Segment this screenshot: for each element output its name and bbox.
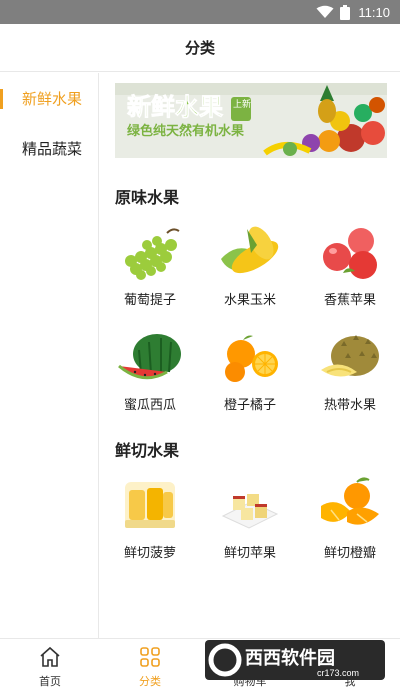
profile-icon <box>341 648 359 667</box>
category-item-label: 热带水果 <box>323 398 376 413</box>
category-item-label: 橙子橘子 <box>223 398 276 413</box>
product-row: 蜜瓜西瓜 橙子橘子 热带水果 <box>100 328 400 413</box>
home-icon <box>40 646 60 667</box>
category-item-label: 蜜瓜西瓜 <box>123 398 176 413</box>
tab-label: 购物车 <box>233 675 267 688</box>
category-item-label: 鲜切苹果 <box>223 546 276 561</box>
category-item-label: 鲜切菠萝 <box>123 546 176 561</box>
sidebar-item-label: 新鲜水果 <box>22 89 83 108</box>
page-header: 分类 <box>0 24 400 72</box>
category-item-apple-cut[interactable]: 鲜切苹果 <box>200 476 300 561</box>
cart-icon <box>240 648 260 667</box>
tab-home[interactable]: 首页 <box>0 639 100 690</box>
wifi-icon <box>316 5 334 18</box>
apple-cut-icon <box>221 494 279 529</box>
status-time: 11:10 <box>358 4 390 20</box>
category-item-corn[interactable]: 水果玉米 <box>200 223 300 308</box>
sidebar-item-label: 精品蔬菜 <box>22 139 83 158</box>
tab-label: 首页 <box>39 675 61 688</box>
pineapple-cut-icon <box>125 482 175 528</box>
corn-icon <box>221 226 279 274</box>
section-title-fresh-cut: 鲜切水果 <box>115 441 180 460</box>
product-row: 葡萄提子 水果玉米 香蕉苹果 <box>100 223 400 308</box>
category-content: 新鲜水果 上新 绿色纯天然有机水果 原味水果 葡萄提子 水果玉米 香蕉苹果 蜜瓜… <box>100 73 400 638</box>
tab-label: 分类 <box>139 675 161 688</box>
tab-profile[interactable]: 我 <box>300 639 400 690</box>
category-item-orange-cut[interactable]: 鲜切橙瓣 <box>300 476 400 561</box>
tab-category[interactable]: 分类 <box>100 639 200 690</box>
banner-subtitle: 绿色纯天然有机水果 <box>127 123 244 138</box>
orange-icon <box>225 335 278 382</box>
durian-icon <box>321 335 379 377</box>
category-item-label: 鲜切橙瓣 <box>323 546 376 561</box>
battery-icon <box>340 4 351 20</box>
category-item-watermelon[interactable]: 蜜瓜西瓜 <box>100 328 200 413</box>
banner-tag: 上新 <box>233 98 251 109</box>
tab-cart[interactable]: 购物车 <box>200 639 300 690</box>
orange-cut-icon <box>321 477 379 525</box>
category-item-label: 香蕉苹果 <box>323 293 376 308</box>
section-title-original: 原味水果 <box>115 188 180 207</box>
category-item-apples[interactable]: 香蕉苹果 <box>300 223 400 308</box>
status-bar: 11:10 <box>0 0 400 24</box>
category-item-pineapple-cut[interactable]: 鲜切菠萝 <box>100 476 200 561</box>
category-item-label: 水果玉米 <box>223 293 276 308</box>
category-item-grapes[interactable]: 葡萄提子 <box>100 223 200 308</box>
category-item-label: 葡萄提子 <box>123 293 176 308</box>
page-title: 分类 <box>184 39 215 57</box>
apple-icon <box>323 228 377 279</box>
bottom-tab-bar: 首页 分类 购物车 我 <box>0 638 400 690</box>
category-sidebar: 新鲜水果 精品蔬菜 <box>0 73 99 638</box>
watermelon-icon <box>118 334 181 380</box>
sidebar-item-fresh-fruit[interactable]: 新鲜水果 <box>0 73 98 123</box>
promo-banner[interactable]: 新鲜水果 上新 绿色纯天然有机水果 <box>115 83 387 158</box>
category-item-oranges[interactable]: 橙子橘子 <box>200 328 300 413</box>
category-icon <box>140 647 160 667</box>
banner-title: 新鲜水果 <box>127 93 223 121</box>
banner-image: 新鲜水果 上新 绿色纯天然有机水果 <box>115 83 387 158</box>
product-row: 鲜切菠萝 鲜切苹果 鲜切橙瓣 <box>100 476 400 561</box>
grapes-icon <box>125 228 180 280</box>
tab-label: 我 <box>344 675 356 688</box>
sidebar-item-vegetables[interactable]: 精品蔬菜 <box>0 123 98 173</box>
category-item-tropical[interactable]: 热带水果 <box>300 328 400 413</box>
